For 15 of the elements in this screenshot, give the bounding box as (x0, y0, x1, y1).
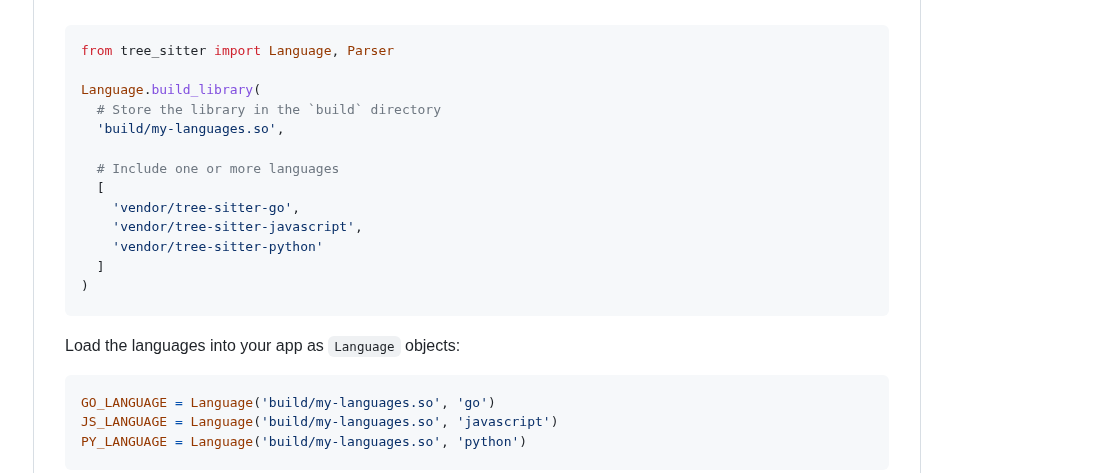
code-line: 'vendor/tree-sitter-go', (111, 198, 302, 217)
code-line: # Store the library in the `build` directory (95, 100, 443, 119)
code-line: ] (95, 257, 106, 276)
code-line: PY_LANGUAGE = Language('build/my-languages.so', 'python') (81, 432, 529, 451)
code-line: 'vendor/tree-sitter-javascript', (111, 218, 364, 237)
code-line: GO_LANGUAGE = Language('build/my-languages.so', 'go') (81, 393, 497, 412)
code-line: ) (81, 277, 90, 296)
code-line: Language.build_library( (81, 81, 263, 100)
code-line: from tree_sitter import Language, Parser (81, 42, 396, 60)
code-line: 'vendor/tree-sitter-python' (111, 237, 325, 256)
code-line: JS_LANGUAGE = Language('build/my-languages.so', 'javascript') (81, 413, 560, 432)
code-line: # Include one or more languages (95, 159, 341, 178)
code-line: [ (95, 179, 106, 198)
code-line: 'build/my-languages.so', (95, 120, 286, 139)
paragraph-text: Load the languages into your app as Language objects: (65, 333, 889, 359)
